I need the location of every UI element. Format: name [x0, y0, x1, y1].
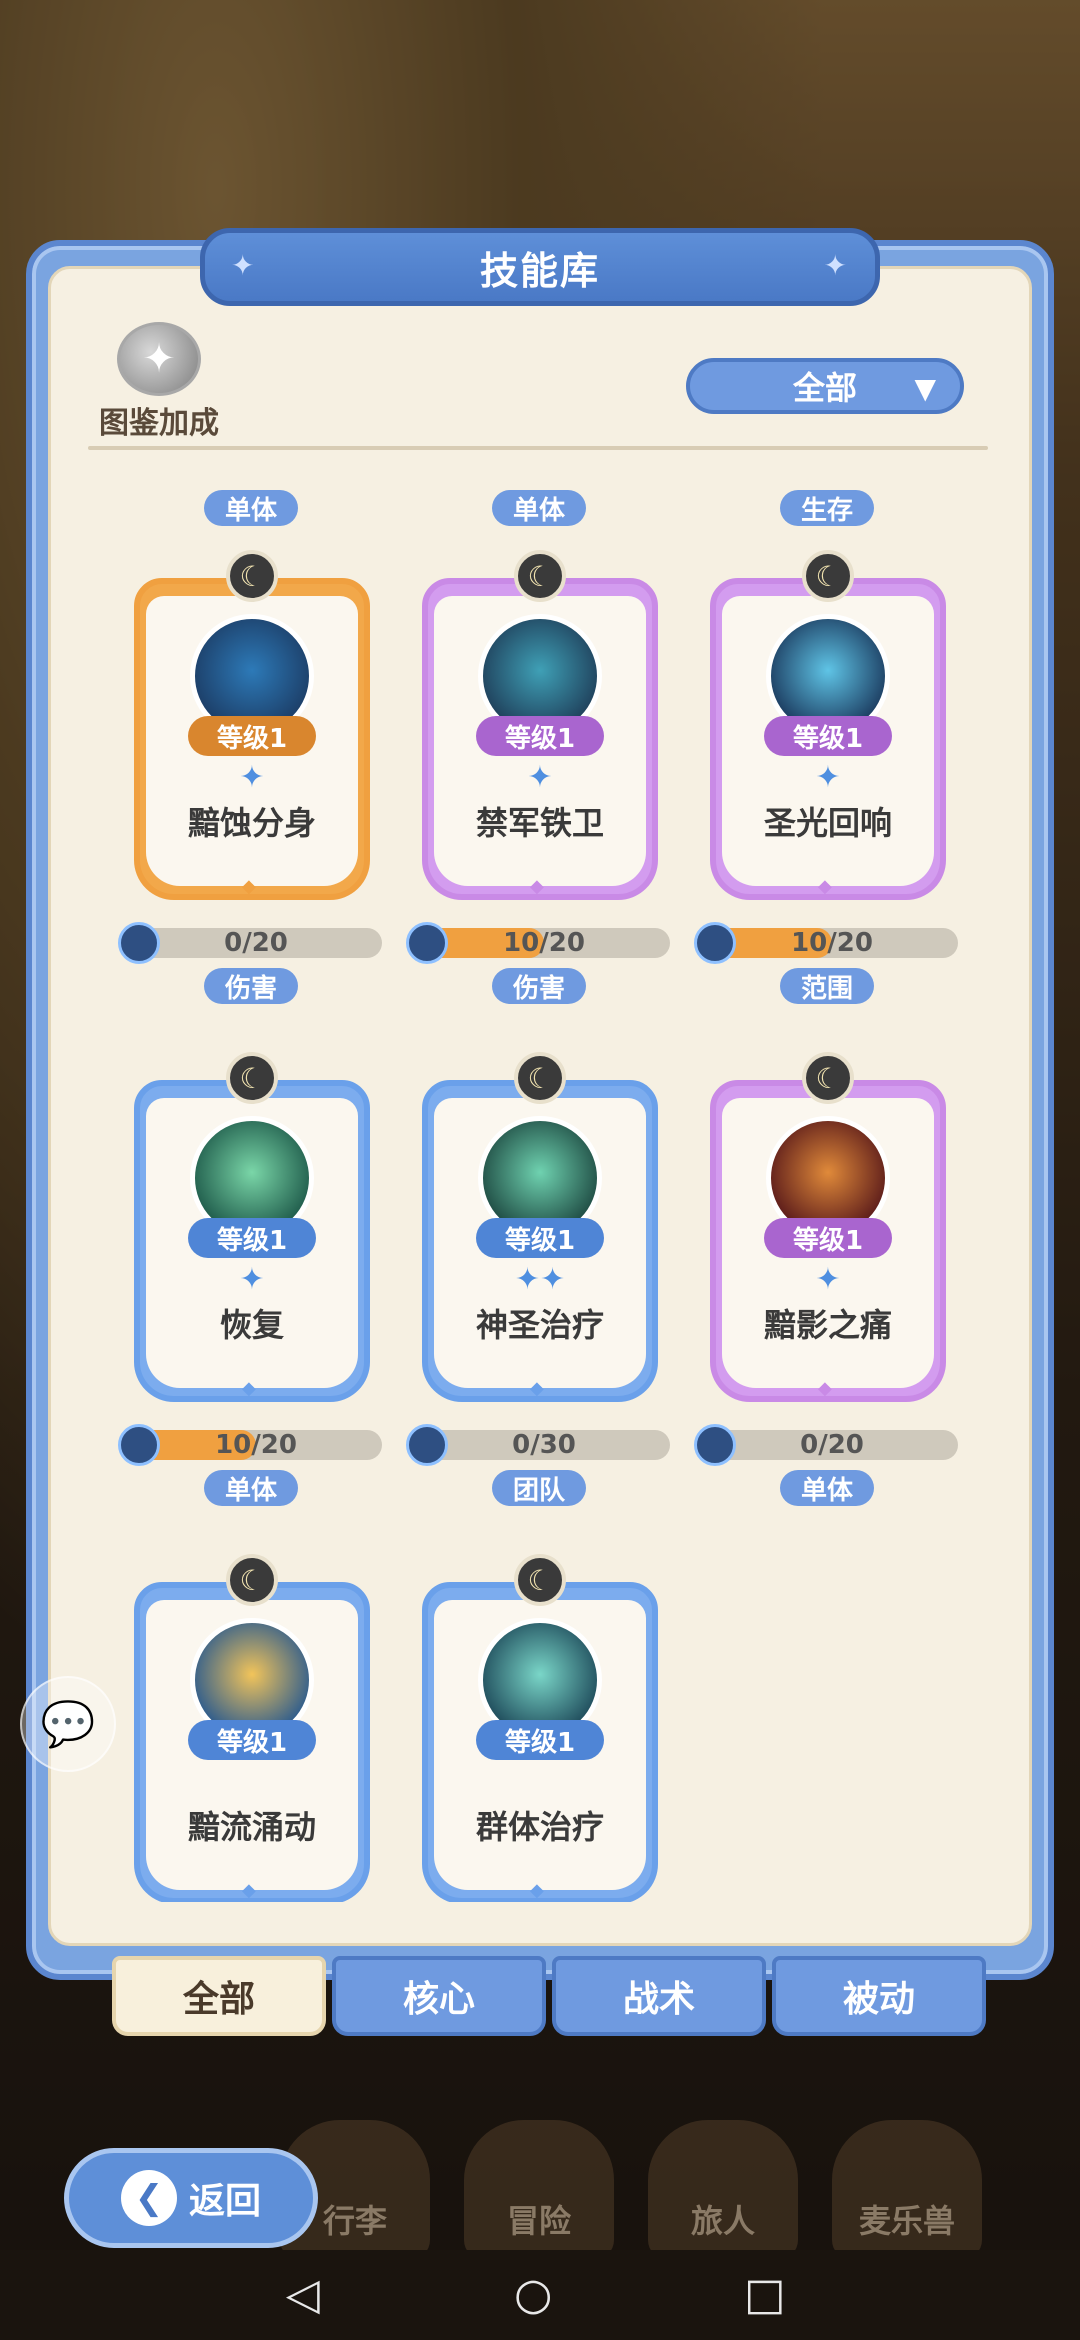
skill-star-rating: ✦ [815, 1262, 841, 1297]
skill-card[interactable]: ☾ 等级1 ✦✦ 神圣治疗 ◆ [422, 1052, 658, 1402]
skill-type-tag: 单体 [204, 490, 298, 526]
diamond-icon: ◆ [530, 876, 544, 897]
skill-level-badge: 等级1 [764, 716, 892, 756]
skill-star-rating: ✦✦ [514, 1262, 566, 1297]
skill-grid[interactable]: 单体 单体 生存 ☾ 等级1 ✦ 黯蚀分身 ◆ 0/20 伤害 ☾ 等级1 ✦ 禁军铁卫 ◆ 10/20… [62, 462, 1022, 1902]
skill-level-badge: 等级1 [476, 1720, 604, 1760]
skill-progress-bar: 10/20 [406, 922, 670, 964]
chevron-down-icon: ▼ [914, 372, 936, 405]
skill-level-badge: 等级1 [188, 1218, 316, 1258]
skill-type-tag: 团队 [492, 1470, 586, 1506]
skill-card[interactable]: ☾ 等级1 ✦ 黯影之痛 ◆ [710, 1052, 946, 1402]
progress-text: 0/30 [512, 1430, 576, 1460]
skill-type-tag: 伤害 [204, 968, 298, 1004]
skill-name: 黯流涌动 [187, 1808, 316, 1846]
progress-text: 10/20 [503, 928, 585, 958]
moon-icon: ☾ [802, 550, 854, 602]
diamond-icon: ◆ [530, 1880, 544, 1901]
skill-category-tabs: 全部 核心 战术 被动 [112, 1956, 988, 2036]
back-button[interactable]: ❮ 返回 [64, 2148, 318, 2248]
skill-star-rating: ✦ [239, 1262, 265, 1297]
skill-level-badge: 等级1 [476, 1218, 604, 1258]
diamond-icon: ◆ [818, 876, 832, 897]
tab-core[interactable]: 核心 [332, 1956, 546, 2036]
skill-type-tag: 范围 [780, 968, 874, 1004]
diamond-icon: ◆ [530, 1378, 544, 1399]
back-button-label: 返回 [188, 2181, 261, 2222]
skill-card[interactable]: ☾ 等级1 ✦ 恢复 ◆ [134, 1052, 370, 1402]
moon-icon: ☾ [226, 550, 278, 602]
skill-name: 恢复 [219, 1306, 284, 1344]
skill-progress-bar: 0/30 [406, 1424, 670, 1466]
system-back-icon[interactable]: ◁ [286, 2272, 320, 2318]
skill-level-badge: 等级1 [188, 716, 316, 756]
skill-star-rating: ✦ [527, 760, 553, 795]
diamond-icon: ◆ [242, 1880, 256, 1901]
skill-star-rating: ✦ [239, 760, 265, 795]
skill-level-badge: 等级1 [476, 716, 604, 756]
skill-type-tag: 生存 [780, 490, 874, 526]
skill-name: 圣光回响 [763, 804, 892, 842]
moon-icon: ☾ [514, 1554, 566, 1606]
back-arrow-icon: ❮ [120, 2170, 177, 2226]
skill-name: 群体治疗 [475, 1808, 604, 1846]
moon-icon: ☾ [802, 1052, 854, 1104]
skill-name: 黯影之痛 [763, 1306, 892, 1344]
skill-card[interactable]: ☾ 等级1 ✦ 圣光回响 ◆ [710, 550, 946, 900]
codex-bonus-label: 图鉴加成 [99, 406, 219, 441]
filter-selected-value: 全部 [792, 369, 857, 407]
nav-item-adventure[interactable]: 冒险 [464, 2120, 614, 2260]
moon-icon: ☾ [226, 1052, 278, 1104]
skill-type-tag: 单体 [492, 490, 586, 526]
skill-card[interactable]: ☾ 等级1 ✦ 黯蚀分身 ◆ [134, 550, 370, 900]
nav-item-traveler[interactable]: 旅人 [648, 2120, 798, 2260]
skill-card[interactable]: ☾ 等级1 群体治疗 ◆ [422, 1554, 658, 1902]
partial-row-tags: 单体 单体 生存 [62, 490, 1022, 530]
diamond-icon: ◆ [818, 1378, 832, 1399]
panel-title-banner: ✦ 技能库 ✦ [200, 228, 880, 306]
filter-dropdown[interactable]: 全部 ▼ [686, 358, 964, 414]
skill-type-tag: 单体 [204, 1470, 298, 1506]
tab-passive[interactable]: 被动 [772, 1956, 986, 2036]
nav-item-pets[interactable]: 麦乐兽 [832, 2120, 982, 2260]
star-icon: ✦ [823, 249, 849, 282]
skill-name: 黯蚀分身 [187, 804, 316, 842]
system-home-icon[interactable]: ○ [514, 2272, 552, 2318]
android-navigation-bar: ◁ ○ □ [0, 2250, 1080, 2340]
skill-star-rating: ✦ [815, 760, 841, 795]
skill-level-badge: 等级1 [188, 1720, 316, 1760]
star-icon: ✦ [231, 249, 257, 282]
skill-name: 禁军铁卫 [475, 804, 604, 842]
codex-bonus-button[interactable]: ✦ 图鉴加成 [84, 322, 234, 442]
chat-bubble-icon[interactable]: 💬 [20, 1676, 116, 1772]
progress-text: 0/20 [800, 1430, 864, 1460]
skill-progress-bar: 0/20 [694, 1424, 958, 1466]
divider [88, 446, 988, 450]
progress-text: 0/20 [224, 928, 288, 958]
skill-type-tag: 伤害 [492, 968, 586, 1004]
skill-type-tag: 单体 [780, 1470, 874, 1506]
system-recent-icon[interactable]: □ [744, 2272, 786, 2318]
diamond-icon: ◆ [242, 876, 256, 897]
skill-card[interactable]: ☾ 等级1 ✦ 禁军铁卫 ◆ [422, 550, 658, 900]
progress-text: 10/20 [791, 928, 873, 958]
skill-level-badge: 等级1 [764, 1218, 892, 1258]
skill-progress-bar: 10/20 [694, 922, 958, 964]
moon-icon: ☾ [226, 1554, 278, 1606]
diamond-icon: ◆ [242, 1378, 256, 1399]
panel-title: 技能库 [479, 248, 600, 293]
moon-icon: ☾ [514, 1052, 566, 1104]
skill-progress-bar: 10/20 [118, 1424, 382, 1466]
moon-icon: ☾ [514, 550, 566, 602]
tab-tactics[interactable]: 战术 [552, 1956, 766, 2036]
skill-card[interactable]: ☾ 等级1 黯流涌动 ◆ [134, 1554, 370, 1902]
skill-progress-bar: 0/20 [118, 922, 382, 964]
progress-text: 10/20 [215, 1430, 297, 1460]
skill-name: 神圣治疗 [475, 1306, 604, 1344]
codex-icon: ✦ [117, 322, 201, 396]
tab-all[interactable]: 全部 [112, 1956, 326, 2036]
